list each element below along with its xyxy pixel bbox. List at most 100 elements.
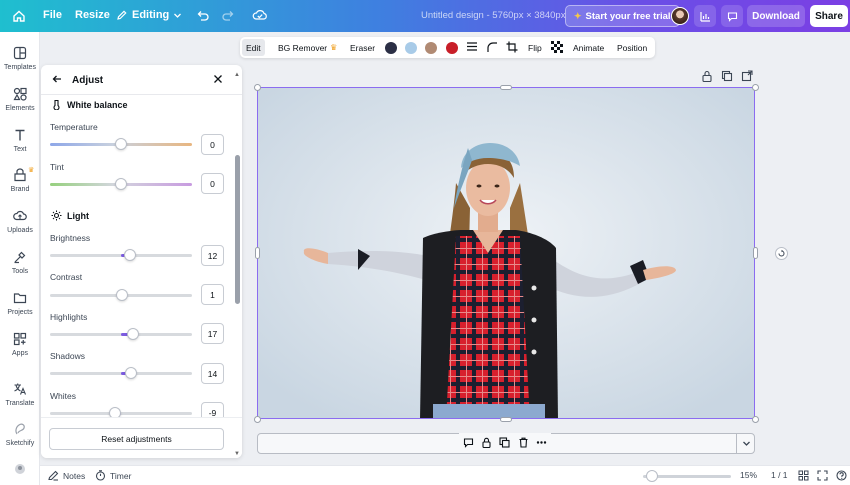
scroll-up-icon[interactable]: ▲ xyxy=(234,72,240,78)
arrow-left-icon[interactable] xyxy=(51,73,63,85)
resize-button[interactable]: Resize xyxy=(75,9,110,21)
slider-knob[interactable] xyxy=(115,178,127,190)
scroll-down-icon[interactable]: ▼ xyxy=(234,451,240,457)
resize-handle[interactable] xyxy=(253,415,261,423)
animate-button[interactable]: Animate xyxy=(573,37,604,58)
notes-icon xyxy=(48,470,59,481)
brightness-slider[interactable] xyxy=(50,249,192,261)
chevron-down-icon xyxy=(174,13,182,18)
resize-handle[interactable] xyxy=(751,83,759,91)
duplicate-page-icon[interactable] xyxy=(721,70,733,82)
share-button[interactable]: Share xyxy=(810,5,848,27)
corner-rounding-icon[interactable] xyxy=(486,41,498,53)
comment-icon[interactable] xyxy=(721,5,743,27)
photo-woman-cap[interactable] xyxy=(258,88,755,419)
zoom-level[interactable]: 15% xyxy=(740,470,757,480)
sidebar-item-tools[interactable]: Tools xyxy=(0,246,40,282)
temperature-value[interactable]: 0 xyxy=(201,134,224,155)
cloud-save-icon[interactable] xyxy=(252,8,268,22)
highlights-value[interactable]: 17 xyxy=(201,323,224,344)
grid-view-icon[interactable] xyxy=(798,470,809,481)
template-icon xyxy=(13,46,27,60)
comment-add-icon[interactable] xyxy=(463,437,474,448)
design-canvas[interactable] xyxy=(257,87,755,419)
trash-icon[interactable] xyxy=(518,437,529,448)
bg-remover-button[interactable]: BG Remover ♛ xyxy=(278,37,337,58)
brightness-value[interactable]: 12 xyxy=(201,245,224,266)
color-swatch[interactable] xyxy=(446,42,458,54)
chevron-down-icon[interactable] xyxy=(736,434,755,453)
close-icon[interactable] xyxy=(212,73,224,85)
zoom-slider[interactable] xyxy=(643,470,731,482)
sidebar-item-text[interactable]: Text xyxy=(0,124,40,160)
thermometer-icon xyxy=(53,99,60,110)
rotate-icon[interactable] xyxy=(775,247,788,260)
slider-knob[interactable] xyxy=(127,328,140,340)
edit-button[interactable]: Edit xyxy=(242,39,265,56)
fullscreen-icon[interactable] xyxy=(817,470,828,481)
resize-handle[interactable] xyxy=(500,416,512,422)
position-button[interactable]: Position xyxy=(617,37,647,58)
flip-button[interactable]: Flip xyxy=(528,37,542,58)
duplicate-icon[interactable] xyxy=(499,437,511,448)
add-page-icon[interactable] xyxy=(741,70,753,82)
contrast-value[interactable]: 1 xyxy=(201,284,224,305)
start-free-trial-button[interactable]: ✦ Start your free trial xyxy=(565,5,680,27)
sidebar-item-templates[interactable]: Templates xyxy=(0,42,40,78)
whites-slider[interactable] xyxy=(50,407,192,419)
eraser-button[interactable]: Eraser xyxy=(350,37,375,58)
color-swatch[interactable] xyxy=(425,42,437,54)
sidebar-item-elements[interactable]: Elements xyxy=(0,83,40,119)
crop-icon[interactable] xyxy=(506,41,518,53)
sidebar-item-more[interactable] xyxy=(0,458,40,485)
color-swatch[interactable] xyxy=(385,42,397,54)
slider-knob[interactable] xyxy=(123,249,136,261)
page-count[interactable]: 1 / 1 xyxy=(771,470,788,480)
panel-scrollbar[interactable]: ▲ ▼ xyxy=(234,72,240,457)
border-style-icon[interactable] xyxy=(466,41,478,53)
resize-handle[interactable] xyxy=(751,415,759,423)
home-icon[interactable] xyxy=(12,8,28,24)
color-swatch[interactable] xyxy=(405,42,417,54)
slider-knob[interactable] xyxy=(115,138,127,150)
sidebar-item-brand[interactable]: ♛ Brand xyxy=(0,164,40,200)
help-icon[interactable] xyxy=(836,470,847,481)
slider-knob[interactable] xyxy=(124,367,137,379)
transparency-icon[interactable] xyxy=(551,41,563,53)
slider-knob[interactable] xyxy=(115,289,128,301)
download-button[interactable]: Download xyxy=(747,5,805,27)
lock-icon[interactable] xyxy=(481,437,492,448)
resize-handle[interactable] xyxy=(752,247,758,259)
apps-icon xyxy=(13,332,27,346)
design-title[interactable]: Untitled design - 5760px × 3840px xyxy=(421,10,565,21)
file-menu[interactable]: File xyxy=(43,9,62,21)
shadows-slider[interactable] xyxy=(50,367,192,379)
scrollbar-thumb[interactable] xyxy=(235,155,240,304)
highlights-slider[interactable] xyxy=(50,328,192,340)
timer-button[interactable]: Timer xyxy=(95,470,131,481)
reset-adjustments-button[interactable]: Reset adjustments xyxy=(49,428,224,450)
editing-mode-dropdown[interactable]: Editing xyxy=(116,9,182,21)
redo-icon[interactable] xyxy=(222,9,235,22)
sidebar-item-apps[interactable]: Apps xyxy=(0,328,40,364)
tint-slider[interactable] xyxy=(50,178,192,190)
more-options-icon[interactable] xyxy=(536,437,547,448)
resize-handle[interactable] xyxy=(254,247,260,259)
undo-icon[interactable] xyxy=(196,9,209,22)
sidebar-item-projects[interactable]: Projects xyxy=(0,287,40,323)
sidebar-item-uploads[interactable]: Uploads xyxy=(0,205,40,241)
resize-handle[interactable] xyxy=(500,84,512,90)
sidebar-item-translate[interactable]: Translate xyxy=(0,378,40,414)
sidebar-item-sketchify[interactable]: Sketchify xyxy=(0,418,40,454)
temperature-slider[interactable] xyxy=(50,138,192,150)
shadows-value[interactable]: 14 xyxy=(201,363,224,384)
highlights-label: Highlights xyxy=(50,312,88,322)
contrast-slider[interactable] xyxy=(50,289,192,301)
lock-icon[interactable] xyxy=(701,70,713,82)
zoom-slider-knob[interactable] xyxy=(646,470,658,482)
insights-icon[interactable] xyxy=(694,5,716,27)
notes-button[interactable]: Notes xyxy=(48,470,85,481)
resize-handle[interactable] xyxy=(253,83,261,91)
tint-value[interactable]: 0 xyxy=(201,173,224,194)
avatar[interactable] xyxy=(671,7,689,25)
